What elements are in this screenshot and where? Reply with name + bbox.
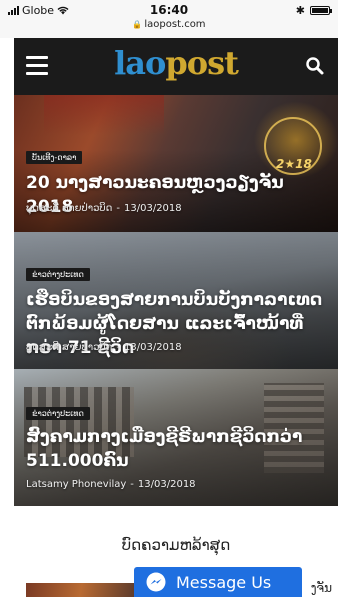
- article-author[interactable]: Latsamy Phonevilay: [26, 479, 126, 490]
- section-heading: ບົດຄວາມຫລ້າສຸດ: [121, 536, 231, 554]
- message-us-label: Message Us: [176, 572, 272, 592]
- search-icon[interactable]: [304, 55, 326, 77]
- clock: 16:40: [149, 3, 189, 17]
- status-right: ✱: [295, 4, 332, 17]
- logo-part-lao: lao: [114, 44, 166, 82]
- article-date: 13/03/2018: [137, 479, 196, 490]
- message-us-button[interactable]: Message Us: [134, 567, 302, 597]
- site-header: laopost: [14, 38, 338, 95]
- category-badge[interactable]: ຂ່າວຕ່າງປະເທດ: [26, 407, 90, 420]
- address-bar[interactable]: 🔒 laopost.com: [0, 19, 338, 30]
- category-badge[interactable]: ຂ່າວຕ່າງປະເທດ: [26, 268, 90, 281]
- article-card[interactable]: ຂ່າວຕ່າງປະເທດ ເຮືອບິນຂອງສາຍການບິນບັງກາລາ…: [14, 232, 338, 369]
- battery-icon: [310, 6, 332, 15]
- latest-article-title[interactable]: ງຈັນ: [311, 581, 332, 595]
- lock-icon: 🔒: [132, 20, 143, 29]
- article-date: 13/03/2018: [124, 342, 182, 353]
- status-bar: Globe 16:40 🔒 laopost.com ✱: [0, 0, 338, 38]
- latest-article-thumbnail[interactable]: [26, 583, 136, 597]
- article-author[interactable]: ບຸດສະດີ ສາຍປ່າວບິດ: [26, 342, 112, 353]
- article-card[interactable]: ຂ່າວຕ່າງປະເທດ ສົງຄາມກາງເມືອງຊີຣີພາກຊີວິດ…: [14, 369, 338, 506]
- article-title[interactable]: ສົງຄາມກາງເມືອງຊີຣີພາກຊີວິດກວ່າ 511.000ຄົ…: [26, 425, 326, 473]
- category-badge[interactable]: ບັນເທີງ-ດາລາ: [26, 151, 83, 164]
- article-author[interactable]: ບຸດສະດີ ສາຍປ່າວບິດ: [26, 203, 112, 214]
- article-date: 13/03/2018: [124, 203, 182, 214]
- bluetooth-icon: ✱: [295, 4, 305, 17]
- article-meta: Latsamy Phonevilay -13/03/2018: [26, 479, 196, 490]
- article-meta: ບຸດສະດີ ສາຍປ່າວບິດ -13/03/2018: [26, 342, 182, 353]
- event-logo-mark: 2★18: [276, 157, 312, 171]
- logo-part-post: post: [165, 44, 239, 82]
- article-meta: ບຸດສະດີ ສາຍປ່າວບິດ -13/03/2018: [26, 203, 182, 214]
- site-logo[interactable]: laopost: [14, 44, 338, 82]
- messenger-icon: [146, 572, 166, 592]
- url-text: laopost.com: [144, 19, 206, 30]
- article-card[interactable]: 2★18 ບັນເທີງ-ດາລາ 20 ນາງສາວນະຄອນຫຼວງວຽງຈ…: [14, 95, 338, 232]
